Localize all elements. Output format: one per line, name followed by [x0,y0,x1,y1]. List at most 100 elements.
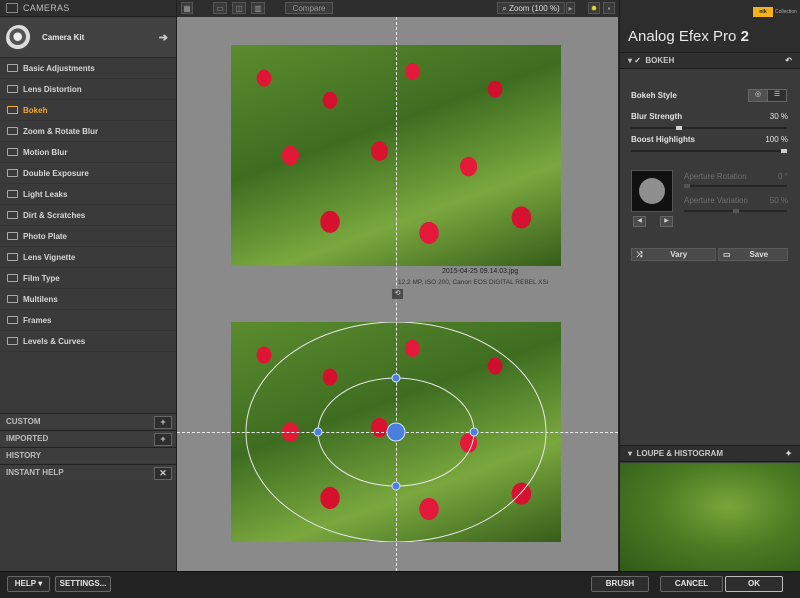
bokeh-section-header[interactable]: ▾ ✓ BOKEH ↶ [620,52,800,69]
close-help-button[interactable]: ✕ [154,467,172,480]
filter-item-light-leaks[interactable]: Light Leaks [0,184,176,205]
aperture-prev-button[interactable]: ◀ [633,216,646,227]
zoom-rotate-blur-icon [7,127,18,135]
filter-item-label: Zoom & Rotate Blur [23,126,99,136]
camera-kit-label: Camera Kit [42,33,85,42]
bokeh-right-handle[interactable] [469,427,479,437]
history-label: HISTORY [6,451,42,460]
filter-item-basic-adjustments[interactable]: Basic Adjustments [0,58,176,79]
boost-highlights-value: 100 % [765,135,788,144]
side-by-side-view-button[interactable]: ▥ [251,2,265,14]
compare-button[interactable]: Compare [285,2,333,14]
bokeh-left-handle[interactable] [313,427,323,437]
filter-item-levels-curves[interactable]: Levels & Curves [0,331,176,352]
app-version: 2 [740,28,749,45]
filter-item-label: Motion Blur [23,147,68,157]
toggle-panels-button[interactable]: ▦ [181,2,193,14]
boost-highlights-slider[interactable] [631,149,787,153]
bokeh-icon [7,106,18,114]
aperture-variation-knob[interactable] [733,209,739,213]
zoom-dropdown[interactable]: ⌕ Zoom (100 %) [497,2,565,14]
filter-item-label: Frames [23,315,52,325]
filter-item-label: Lens Distortion [23,84,82,94]
help-label: HELP [14,579,36,588]
blur-strength-slider[interactable] [631,126,787,130]
help-button[interactable]: HELP ▾ [7,576,50,592]
aperture-preview[interactable] [631,170,673,212]
loupe-preview[interactable] [620,463,800,571]
checkmark-icon[interactable]: ✓ [634,56,645,65]
blur-strength-knob[interactable] [676,126,682,130]
background-toggle-button[interactable]: ▪ [603,2,615,14]
filter-item-frames[interactable]: Frames [0,310,176,331]
history-section[interactable]: HISTORY [0,447,176,463]
filter-item-motion-blur[interactable]: Motion Blur [0,142,176,163]
aperture-rotation-knob[interactable] [684,184,690,188]
loupe-section-header[interactable]: ▾ LOUPE & HISTOGRAM ✦ [620,445,800,462]
nik-collection-label: Collection [775,9,797,15]
bokeh-center-handle[interactable] [386,422,406,442]
app-title: Analog Efex Pro 2 [628,28,749,45]
lightbulb-icon[interactable]: ✹ [588,2,600,14]
aperture-next-button[interactable]: ▶ [660,216,673,227]
vary-label: Vary [670,250,688,259]
save-button[interactable]: ▭ Save [718,248,788,261]
search-icon: ⌕ [502,4,509,13]
instant-help-label: INSTANT HELP [6,468,64,477]
vary-button[interactable]: ⤨ Vary [631,248,716,261]
pin-icon[interactable]: ✦ [785,449,792,458]
single-view-button[interactable]: ▭ [213,2,227,14]
ok-button[interactable]: OK [725,576,783,592]
imported-section[interactable]: IMPORTED + [0,430,176,446]
motion-blur-icon [7,148,18,156]
shuffle-icon: ⤨ [636,250,643,259]
camera-kit-button[interactable]: Camera Kit ➔ [0,18,176,58]
basic-adjustments-icon [7,64,18,72]
filter-item-film-type[interactable]: Film Type [0,268,176,289]
filter-item-bokeh[interactable]: Bokeh [0,100,176,121]
aperture-variation-value: 50 % [769,196,788,205]
add-custom-button[interactable]: + [154,416,172,429]
brush-button[interactable]: BRUSH [591,576,649,592]
filter-item-lens-vignette[interactable]: Lens Vignette [0,247,176,268]
filter-item-multilens[interactable]: Multilens [0,289,176,310]
bokeh-style-circle-button[interactable]: ◎ [748,89,768,102]
blur-strength-label: Blur Strength [631,112,683,121]
aperture-shape-icon [639,178,665,204]
boost-highlights-knob[interactable] [781,149,787,153]
bokeh-style-linear-button[interactable]: ☰ [767,89,787,102]
settings-button[interactable]: SETTINGS... [55,576,111,592]
filter-item-double-exposure[interactable]: Double Exposure [0,163,176,184]
cameras-section-header[interactable]: CAMERAS [0,0,176,17]
imported-label: IMPORTED [6,434,49,443]
swap-icon[interactable]: ⟲ [391,288,404,300]
reset-icon[interactable]: ↶ [785,56,792,65]
arrow-right-icon: ➔ [158,32,168,44]
blur-strength-value: 30 % [769,112,788,121]
filter-item-label: Bokeh [23,105,48,115]
save-label: Save [749,250,769,259]
dirt-scratches-icon [7,211,18,219]
bokeh-bottom-handle[interactable] [391,481,401,491]
custom-section[interactable]: CUSTOM + [0,413,176,429]
zoom-arrow-button[interactable]: ▸ [566,2,575,14]
add-imported-button[interactable]: + [154,433,172,446]
filter-item-label: Light Leaks [23,189,68,199]
filter-item-photo-plate[interactable]: Photo Plate [0,226,176,247]
split-view-button[interactable]: ◫ [232,2,246,14]
bokeh-control-overlay[interactable] [231,322,561,542]
aperture-variation-slider[interactable] [684,209,787,213]
photo-plate-icon [7,232,18,240]
filter-item-zoom-rotate-blur[interactable]: Zoom & Rotate Blur [0,121,176,142]
filter-item-label: Basic Adjustments [23,63,95,73]
filter-item-dirt-scratches[interactable]: Dirt & Scratches [0,205,176,226]
filter-item-lens-distortion[interactable]: Lens Distortion [0,79,176,100]
loupe-title: LOUPE & HISTOGRAM [636,449,723,458]
aperture-rotation-value: 0 ° [778,172,788,181]
cancel-button[interactable]: CANCEL [660,576,723,592]
instant-help-section[interactable]: INSTANT HELP ✕ [0,464,176,480]
aperture-rotation-slider[interactable] [684,184,787,188]
app-name: Analog Efex Pro [628,28,737,45]
double-exposure-icon [7,169,18,177]
bokeh-top-handle[interactable] [391,373,401,383]
